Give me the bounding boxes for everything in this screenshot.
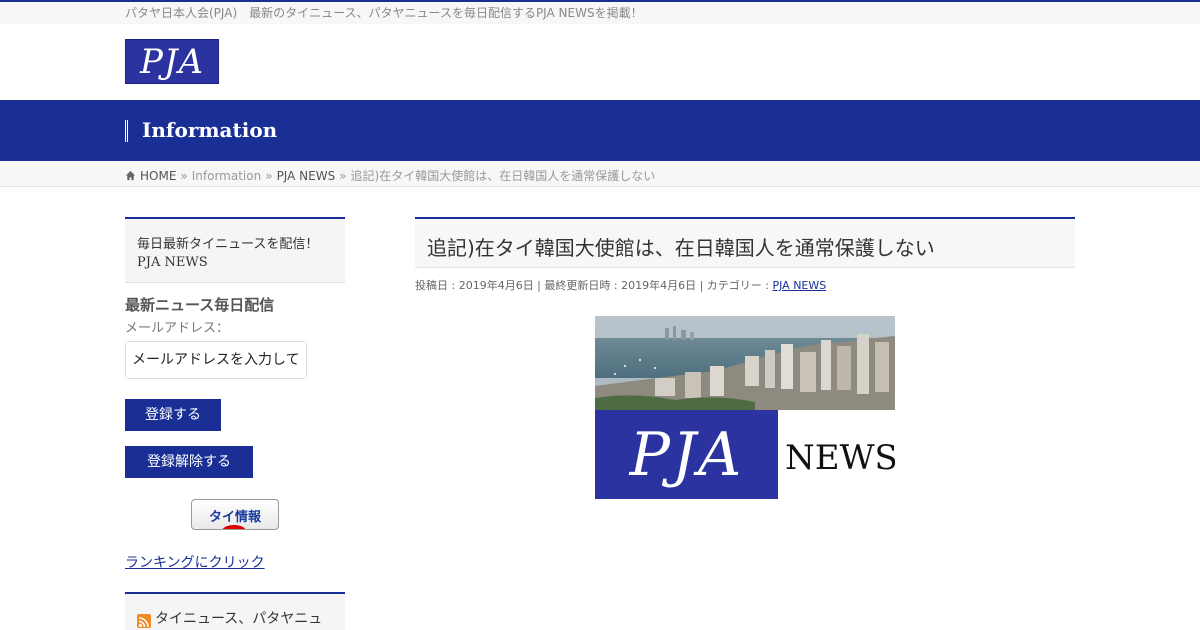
subscribe-heading: 最新ニュース毎日配信 <box>125 296 275 314</box>
post-meta-dates: 投稿日 : 2019年4月6日 | 最終更新日時 : 2019年4月6日 | カ… <box>415 279 773 292</box>
subscribe-button[interactable]: 登録する <box>125 399 221 431</box>
breadcrumb-separator: » <box>339 168 347 183</box>
rss-widget: タイニュース、パタヤニュ <box>125 592 345 630</box>
featured-logo-text: PJA <box>629 419 744 490</box>
breadcrumb-separator: » <box>265 168 273 183</box>
site-tagline: パタヤ日本人会(PJA) 最新のタイニュース、パタヤニュースを毎日配信するPJA… <box>125 6 643 20</box>
rss-icon <box>137 614 151 628</box>
unsubscribe-button[interactable]: 登録解除する <box>125 446 253 478</box>
ranking-link[interactable]: ランキングにクリック <box>125 552 265 572</box>
ranking-banner[interactable]: タイ情報 <box>191 499 279 530</box>
logo-text: PJA <box>139 41 205 82</box>
banner-text: タイ情報 <box>208 510 261 525</box>
sidebar-news-box: 毎日最新タイニュースを配信！ PJA NEWS <box>125 217 345 283</box>
post-category-link[interactable]: PJA NEWS <box>772 279 826 292</box>
post-title: 追記)在タイ韓国大使館は、在日韓国人を通常保護しない <box>427 236 935 260</box>
hero-marker <box>125 120 128 142</box>
sidebar-box-line1: 毎日最新タイニュースを配信！ <box>137 237 319 252</box>
breadcrumb: HOME » Information » PJA NEWS » 追記)在タイ韓国… <box>125 167 655 184</box>
breadcrumb-pja-news[interactable]: PJA NEWS <box>277 169 336 183</box>
pja-logo-block: PJA <box>595 410 778 499</box>
page-title: Information <box>142 118 278 142</box>
home-icon <box>125 170 136 181</box>
featured-image: PJA NEWS <box>595 316 895 499</box>
page-hero: Information <box>0 100 1200 161</box>
email-label: メールアドレス： <box>125 321 230 336</box>
banner-red-circle <box>222 525 246 529</box>
post-header: 追記)在タイ韓国大使館は、在日韓国人を通常保護しない <box>415 217 1075 268</box>
city-photo <box>595 316 895 410</box>
breadcrumb-separator: » <box>180 168 188 183</box>
site-logo[interactable]: PJA <box>125 39 219 84</box>
breadcrumb-current: 追記)在タイ韓国大使館は、在日韓国人を通常保護しない <box>350 169 656 183</box>
featured-news-word: NEWS <box>785 438 895 478</box>
sidebar-box-line2: PJA NEWS <box>137 255 208 270</box>
breadcrumb-information[interactable]: Information <box>192 169 261 183</box>
breadcrumb-home[interactable]: HOME <box>140 169 176 183</box>
post-meta: 投稿日 : 2019年4月6日 | 最終更新日時 : 2019年4月6日 | カ… <box>415 277 826 293</box>
rss-title[interactable]: タイニュース、パタヤニュ <box>155 608 322 628</box>
breadcrumb-bar: HOME » Information » PJA NEWS » 追記)在タイ韓国… <box>0 161 1200 187</box>
email-field[interactable] <box>125 341 307 379</box>
